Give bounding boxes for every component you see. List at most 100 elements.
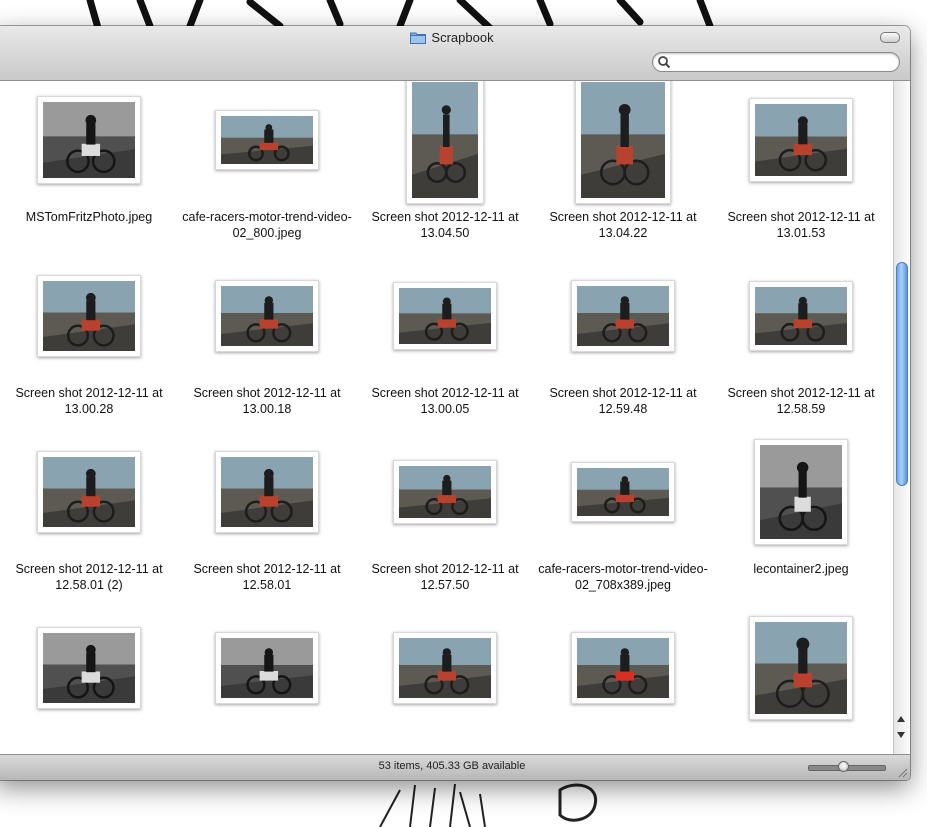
file-item[interactable]: cafe-racers-motor-trend-video-02_800.jpe…: [178, 81, 356, 257]
thumbnail-area: [712, 609, 890, 727]
file-name-label: Screen shot 2012-12-11 at 13.00.18: [193, 386, 341, 416]
file-item[interactable]: MSTomFritzPhoto.jpeg: [0, 81, 178, 257]
search-field[interactable]: [652, 52, 900, 72]
image-thumbnail[interactable]: [749, 616, 853, 720]
photo-motorcycle-icon: [43, 633, 135, 703]
photo-motorcycle-icon: [43, 457, 135, 527]
file-name-label: lecontainer2.jpeg: [753, 562, 849, 576]
thumbnail-area: [178, 81, 356, 199]
background-sketch-bottom: [379, 783, 598, 827]
photo-motorcycle-icon: [577, 468, 669, 516]
photo-motorcycle-icon: [760, 445, 842, 539]
thumbnail-area: [356, 609, 534, 727]
file-name-label: Screen shot 2012-12-11 at 12.58.01 (2): [15, 562, 163, 592]
photo-motorcycle-icon: [221, 116, 313, 164]
file-name-label: Screen shot 2012-12-11 at 12.57.50: [371, 562, 519, 592]
image-thumbnail[interactable]: [37, 627, 141, 709]
photo-motorcycle-icon: [577, 638, 669, 698]
file-item[interactable]: Screen shot 2012-12-11 at 13.00.18: [178, 257, 356, 433]
photo-motorcycle-icon: [221, 286, 313, 346]
image-thumbnail[interactable]: [754, 439, 848, 545]
photo-motorcycle-icon: [43, 102, 135, 178]
photo-motorcycle-icon: [399, 466, 491, 518]
image-thumbnail[interactable]: [215, 280, 319, 352]
image-thumbnail[interactable]: [571, 462, 675, 522]
image-thumbnail[interactable]: [37, 451, 141, 533]
file-item[interactable]: [178, 609, 356, 754]
file-item[interactable]: Screen shot 2012-12-11 at 13.00.28: [0, 257, 178, 433]
file-name-label: Screen shot 2012-12-11 at 13.01.53: [727, 210, 875, 240]
file-item[interactable]: Screen shot 2012-12-11 at 12.58.59: [712, 257, 890, 433]
photo-motorcycle-icon: [221, 457, 313, 527]
file-item[interactable]: Screen shot 2012-12-11 at 12.59.48: [534, 257, 712, 433]
image-thumbnail[interactable]: [571, 632, 675, 704]
thumbnail-area: [356, 257, 534, 375]
icon-size-slider[interactable]: [808, 761, 886, 772]
file-name-label: MSTomFritzPhoto.jpeg: [25, 210, 153, 224]
scroll-thumb[interactable]: [896, 262, 908, 486]
resize-grip-icon[interactable]: [896, 766, 908, 778]
file-name-label: Screen shot 2012-12-11 at 12.58.59: [727, 386, 875, 416]
thumbnail-area: [0, 609, 178, 727]
image-thumbnail[interactable]: [749, 281, 853, 351]
thumbnail-area: [534, 257, 712, 375]
file-item[interactable]: Screen shot 2012-12-11 at 12.57.50: [356, 433, 534, 609]
thumbnail-area: [0, 433, 178, 551]
file-name-label: Screen shot 2012-12-11 at 13.04.22: [549, 210, 697, 240]
file-item[interactable]: Screen shot 2012-12-11 at 13.04.50: [356, 81, 534, 257]
photo-motorcycle-icon: [412, 82, 478, 198]
file-item[interactable]: cafe-racers-motor-trend-video-02_708x389…: [534, 433, 712, 609]
photo-motorcycle-icon: [755, 104, 847, 176]
image-thumbnail[interactable]: [37, 275, 141, 357]
scroll-up-arrow-icon[interactable]: [897, 716, 905, 722]
image-thumbnail[interactable]: [393, 632, 497, 704]
file-item[interactable]: Screen shot 2012-12-11 at 12.58.01 (2): [0, 433, 178, 609]
file-item[interactable]: [712, 609, 890, 754]
photo-motorcycle-icon: [581, 82, 665, 198]
scroll-down-arrow-icon[interactable]: [897, 732, 905, 738]
toolbar-toggle-button[interactable]: [880, 32, 900, 43]
photo-motorcycle-icon: [399, 638, 491, 698]
file-name-label: Screen shot 2012-12-11 at 12.58.01: [193, 562, 341, 592]
vertical-scrollbar[interactable]: [893, 81, 909, 754]
file-item[interactable]: [356, 609, 534, 754]
file-item[interactable]: [534, 609, 712, 754]
thumbnail-area: [0, 81, 178, 199]
image-thumbnail[interactable]: [406, 81, 484, 204]
thumbnail-area: [712, 257, 890, 375]
photo-motorcycle-icon: [43, 281, 135, 351]
photo-motorcycle-icon: [755, 287, 847, 345]
photo-motorcycle-icon: [577, 286, 669, 346]
image-thumbnail[interactable]: [749, 98, 853, 182]
image-thumbnail[interactable]: [37, 96, 141, 184]
thumbnail-area: [178, 609, 356, 727]
image-thumbnail[interactable]: [393, 282, 497, 350]
file-item[interactable]: Screen shot 2012-12-11 at 12.58.01: [178, 433, 356, 609]
image-thumbnail[interactable]: [571, 280, 675, 352]
thumbnail-area: [534, 433, 712, 551]
file-name-label: cafe-racers-motor-trend-video-02_800.jpe…: [182, 210, 352, 240]
thumbnail-area: [534, 609, 712, 727]
image-thumbnail[interactable]: [215, 451, 319, 533]
thumbnail-area: [356, 81, 534, 204]
title-bar[interactable]: Scrapbook: [0, 26, 910, 81]
icon-view[interactable]: MSTomFritzPhoto.jpeg cafe-racers-motor-tr…: [0, 81, 892, 754]
image-thumbnail[interactable]: [575, 81, 671, 204]
status-text: 53 items, 405.33 GB available: [378, 760, 526, 772]
thumbnail-area: [712, 81, 890, 199]
image-thumbnail[interactable]: [215, 110, 319, 170]
file-item[interactable]: Screen shot 2012-12-11 at 13.00.05: [356, 257, 534, 433]
thumbnail-area: [534, 81, 712, 204]
file-name-label: Screen shot 2012-12-11 at 13.04.50: [371, 210, 519, 240]
file-item[interactable]: Screen shot 2012-12-11 at 13.04.22: [534, 81, 712, 257]
file-item[interactable]: lecontainer2.jpeg: [712, 433, 890, 609]
finder-window: Scrapbook MSTomFritzPhoto.jpeg cafe-racer…: [0, 26, 910, 780]
search-icon: [658, 56, 671, 69]
slider-knob[interactable]: [838, 761, 850, 772]
file-item[interactable]: Screen shot 2012-12-11 at 13.01.53: [712, 81, 890, 257]
file-item[interactable]: [0, 609, 178, 754]
image-thumbnail[interactable]: [215, 632, 319, 704]
image-thumbnail[interactable]: [393, 460, 497, 524]
file-name-label: Screen shot 2012-12-11 at 13.00.05: [371, 386, 519, 416]
search-input[interactable]: [673, 54, 895, 71]
